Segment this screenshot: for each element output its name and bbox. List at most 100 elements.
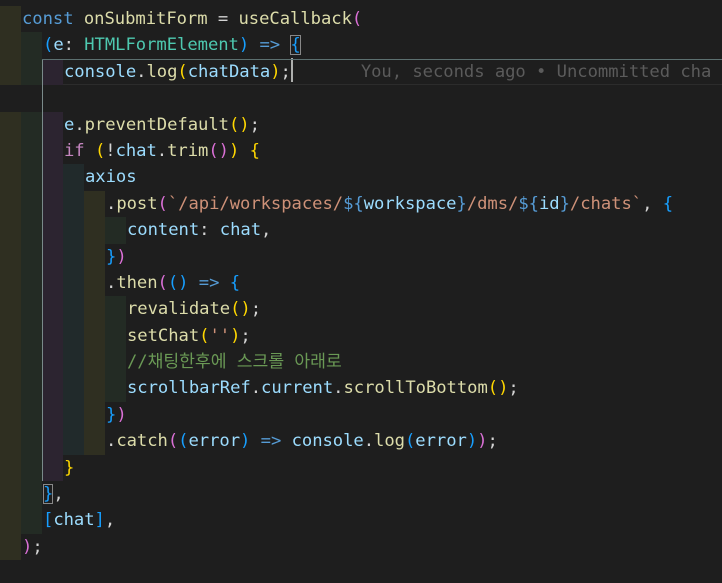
indent-guide xyxy=(84,269,105,297)
code-token: ( xyxy=(199,325,210,346)
code-token: = xyxy=(207,9,239,29)
code-token: () xyxy=(208,140,229,161)
code-token: HTMLFormElement xyxy=(84,35,239,56)
code-token: . xyxy=(363,431,375,452)
code-token: . xyxy=(333,378,344,399)
code-token: revalidate xyxy=(127,299,231,320)
code-line[interactable]: e.preventDefault(); xyxy=(0,111,722,138)
indent-guide xyxy=(0,533,21,561)
indent-guide xyxy=(0,401,21,429)
code-line[interactable]: scrollbarRef.current.scrollToBottom(); xyxy=(0,375,722,402)
code-line[interactable]: ); xyxy=(0,533,722,561)
indent-guide xyxy=(105,296,126,323)
code-token: content xyxy=(127,220,200,241)
indent-guide xyxy=(63,190,84,218)
code-line[interactable]: revalidate(); xyxy=(0,296,722,323)
code-token: onSubmitForm xyxy=(83,9,208,29)
code-line[interactable]: const onSubmitForm = useCallback( xyxy=(0,6,722,33)
code-text: .catch((error) => console.log(error)); xyxy=(106,428,498,454)
code-token: ( xyxy=(177,61,188,82)
code-token: /chats` xyxy=(569,193,643,214)
indent-guide xyxy=(0,269,21,297)
code-line[interactable]: //채팅한후에 스크롤 아래로 xyxy=(0,349,722,376)
code-token: ( xyxy=(43,35,54,56)
code-token: ) xyxy=(238,35,250,56)
code-token: . xyxy=(106,193,117,214)
code-token: console xyxy=(64,61,137,82)
indent-guide xyxy=(105,349,126,376)
code-text: setChat(''); xyxy=(127,323,251,349)
code-token: if xyxy=(64,140,95,161)
code-line[interactable]: setChat(''); xyxy=(0,322,722,350)
code-line[interactable]: } xyxy=(0,454,722,482)
code-text: .post(`/api/workspaces/${workspace}/dms/… xyxy=(106,191,673,217)
code-editor[interactable]: const onSubmitForm = useCallback((e: HTM… xyxy=(0,6,722,561)
code-token: { xyxy=(229,272,241,293)
indent-guide xyxy=(0,243,21,270)
code-token: . xyxy=(136,61,147,82)
code-token: , xyxy=(642,193,663,214)
code-text: }, xyxy=(43,481,64,507)
indent-guide xyxy=(42,349,63,376)
indent-guide xyxy=(84,428,105,455)
code-line[interactable]: content: chat, xyxy=(0,217,722,244)
code-text: scrollbarRef.current.scrollToBottom(); xyxy=(127,375,519,401)
code-line[interactable]: .post(`/api/workspaces/${workspace}/dms/… xyxy=(0,190,722,218)
code-line[interactable]: axios xyxy=(0,164,722,191)
code-token: => xyxy=(250,431,292,452)
indent-guide xyxy=(63,243,84,270)
code-token: ; xyxy=(508,378,519,399)
indent-guide xyxy=(0,296,21,323)
indent-guide xyxy=(21,217,42,244)
indent-guide xyxy=(42,190,63,218)
indent-guide xyxy=(0,111,21,138)
code-line[interactable]: }) xyxy=(0,243,722,270)
code-token: log xyxy=(374,431,405,452)
indent-guide xyxy=(42,401,63,429)
code-token: ) xyxy=(466,431,478,452)
code-token: setChat xyxy=(127,325,200,346)
code-line[interactable]: if (!chat.trim()) { xyxy=(0,137,722,165)
code-token: ; xyxy=(32,536,43,557)
code-token: ; xyxy=(249,114,260,135)
code-token: ) xyxy=(477,431,488,452)
indent-guide xyxy=(42,243,63,270)
indent-guide xyxy=(0,454,21,482)
indent-guide xyxy=(21,243,42,270)
indent-guide xyxy=(21,481,42,508)
code-line[interactable]: }, xyxy=(0,481,722,508)
code-line[interactable]: .catch((error) => console.log(error)); xyxy=(0,428,722,455)
indent-guide xyxy=(0,481,21,508)
indent-guide xyxy=(0,137,21,165)
code-line[interactable]: .then(() => { xyxy=(0,269,722,297)
code-token: . xyxy=(106,431,117,452)
code-token: ; xyxy=(280,61,291,82)
indent-guide xyxy=(21,32,42,59)
indent-guide xyxy=(0,507,21,534)
code-token: console xyxy=(291,431,364,452)
code-token: ( xyxy=(157,272,168,293)
code-token: () xyxy=(487,378,509,399)
code-line[interactable] xyxy=(0,85,722,111)
indent-guide xyxy=(21,296,42,323)
indent-guide xyxy=(21,507,42,534)
code-token: , xyxy=(53,484,64,505)
current-code-line[interactable]: console.log(chatData); You, seconds ago •… xyxy=(0,58,722,86)
code-token: ) xyxy=(22,536,33,557)
code-line[interactable]: (e: HTMLFormElement) => { xyxy=(0,32,722,59)
indent-guide xyxy=(42,137,63,165)
indent-guide xyxy=(42,322,63,350)
code-token: } xyxy=(106,246,117,267)
code-token: , xyxy=(261,220,272,241)
indent-guide xyxy=(0,32,21,59)
indent-guide xyxy=(42,111,63,138)
code-token: id xyxy=(538,193,560,214)
code-token: ${ xyxy=(518,193,539,214)
code-token: '' xyxy=(209,325,231,346)
code-token: chat xyxy=(219,220,262,241)
code-token: ] xyxy=(94,510,105,531)
code-line[interactable]: }) xyxy=(0,401,722,429)
indent-guide xyxy=(42,375,63,402)
code-line[interactable]: [chat], xyxy=(0,507,722,534)
code-token: chat xyxy=(53,510,95,531)
